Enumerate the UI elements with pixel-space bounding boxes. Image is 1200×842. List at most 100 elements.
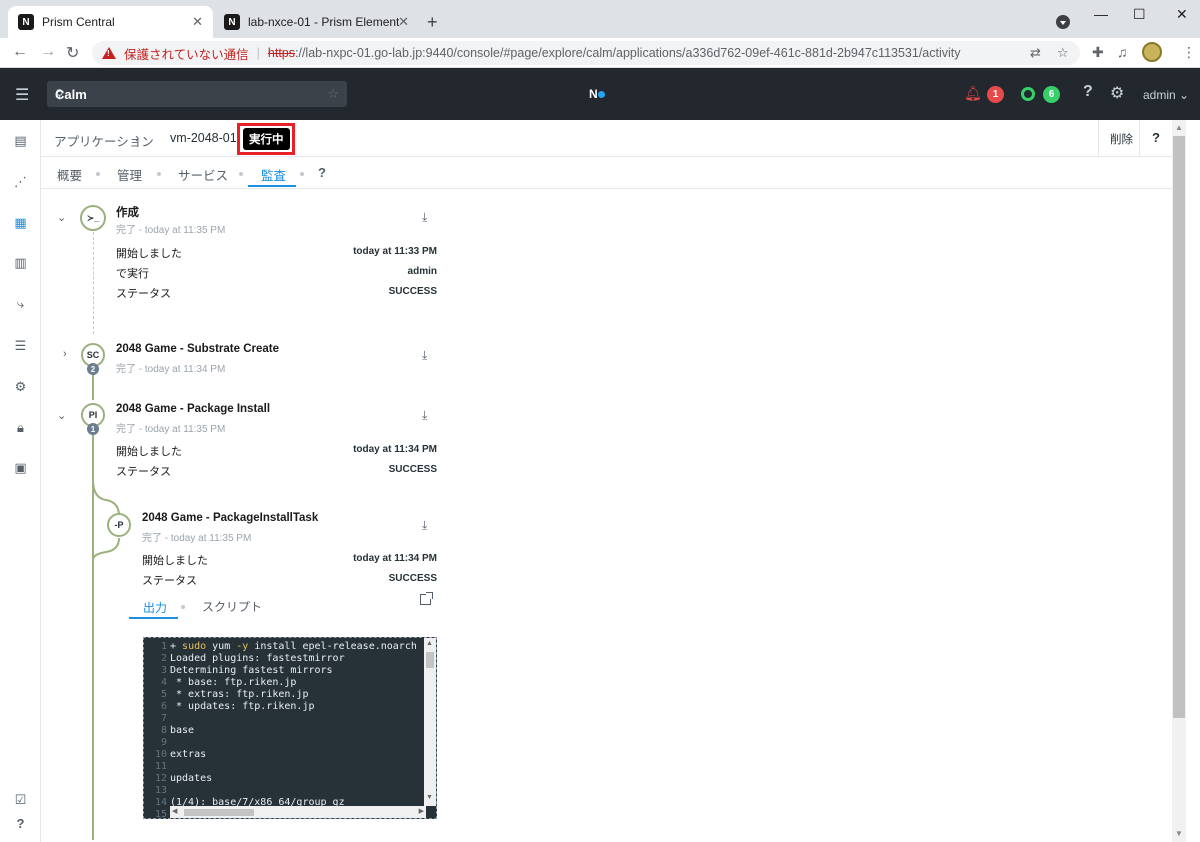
tab-output[interactable]: 出力	[143, 599, 167, 616]
warning-icon: !	[102, 47, 116, 59]
delete-button[interactable]: 削除	[1110, 131, 1133, 147]
line-number: 3	[160, 665, 167, 676]
scroll-down-arrow[interactable]: ▼	[1175, 829, 1183, 838]
close-tab-icon[interactable]: ✕	[398, 14, 409, 30]
minimize-icon[interactable]: —	[1094, 6, 1108, 22]
collapse-chevron-icon[interactable]: ⌄	[57, 211, 66, 224]
bookmark-star-icon[interactable]: ☆	[1057, 45, 1069, 61]
new-tab-icon[interactable]: +	[427, 12, 438, 33]
settings-gear-icon[interactable]: ⚙	[1110, 83, 1124, 103]
line-number: 6	[160, 701, 167, 712]
extensions-icon[interactable]: ✚	[1092, 44, 1104, 61]
download-icon[interactable]: ⤓	[422, 408, 427, 423]
task-count-badge[interactable]: 6	[1043, 86, 1060, 103]
line-number: 15	[154, 809, 167, 819]
detail-value: admin	[407, 266, 437, 277]
step-title: 2048 Game - Package Install	[116, 403, 271, 415]
maximize-icon[interactable]: ☐	[1133, 6, 1146, 23]
page-help-button[interactable]: ?	[1152, 130, 1160, 145]
alert-count-badge[interactable]: 1	[987, 86, 1004, 103]
browser-menu-icon[interactable]: ⋮	[1182, 44, 1196, 61]
line-text: base	[170, 725, 195, 736]
step-status: 完了 - today at 11:35 PM	[142, 533, 252, 544]
highlight-annotation	[237, 123, 295, 155]
tab-script[interactable]: スクリプト	[202, 598, 262, 615]
projects-icon[interactable]: ▣	[13, 460, 28, 475]
detail-value: today at 11:33 PM	[353, 246, 437, 257]
tab-help[interactable]: ?	[318, 165, 326, 180]
close-window-icon[interactable]: ✕	[1176, 6, 1188, 23]
browser-tab-prism-element[interactable]: N lab-nxce-01 - Prism Element ✕	[214, 6, 419, 38]
applications-icon[interactable]: ▦	[13, 215, 28, 230]
collapse-chevron-icon[interactable]: ⌄	[57, 409, 66, 422]
user-menu[interactable]: admin ⌄	[1143, 88, 1189, 102]
browser-tab-strip: N Prism Central ✕ N lab-nxce-01 - Prism …	[0, 0, 1200, 38]
page-scrollbar-thumb[interactable]	[1173, 136, 1185, 718]
line-text: updates	[170, 773, 213, 784]
script-output-console[interactable]: 1 + sudo yum -y install epel-release.noar…	[143, 637, 437, 819]
detail-label: 開始しました	[142, 555, 208, 567]
download-icon[interactable]: ⤓	[422, 518, 427, 533]
blueprints-icon[interactable]: ⋰	[13, 174, 28, 189]
checklist-icon[interactable]: ☑	[13, 792, 28, 807]
url-text: ://lab-nxpc-01.go-lab.jp:9440/console/#p…	[295, 46, 961, 60]
line-text: * base: ftp.riken.jp	[170, 677, 297, 688]
alert-bell-icon[interactable]: 🔔︎	[964, 85, 982, 102]
task-status-icon[interactable]	[1021, 87, 1035, 101]
insecure-warning: 保護されていない通信	[124, 47, 249, 62]
line-number: 14	[154, 797, 167, 808]
url-scheme: https	[267, 46, 295, 60]
media-control-icon[interactable]: ♫	[1117, 44, 1128, 60]
tab-services[interactable]: サービス	[178, 165, 228, 184]
line-text: extras	[170, 749, 207, 760]
address-bar[interactable]: ! 保護されていない通信 | https ://lab-nxpc-01.go-l…	[92, 41, 1080, 65]
translate-icon[interactable]: ⇄	[1030, 45, 1041, 61]
reload-icon[interactable]: ↻	[66, 43, 79, 63]
console-line: 7	[144, 713, 417, 725]
detail-label: ステータス	[116, 466, 171, 478]
global-search-input[interactable]: ⚲ Calm ☆	[47, 81, 347, 107]
substep-count-badge: 2	[87, 363, 99, 375]
download-icon[interactable]: ⤓	[422, 348, 427, 363]
marketplace-icon[interactable]: ▤	[13, 133, 28, 148]
tab-search-icon[interactable]	[1056, 15, 1070, 29]
prism-header: ☰ ⚲ Calm ☆ N 🔔︎ 1 6 ? ⚙ admin ⌄	[0, 68, 1200, 120]
step-status: 完了 - today at 11:35 PM	[116, 225, 226, 236]
tab-overview[interactable]: 概要	[57, 165, 82, 184]
policies-lock-icon[interactable]: 🔒︎	[13, 420, 28, 435]
tab-manage[interactable]: 管理	[117, 165, 142, 184]
substep-count-badge: 1	[87, 423, 99, 435]
open-external-icon[interactable]	[420, 592, 433, 605]
forward-icon[interactable]: →	[40, 43, 56, 61]
browser-tab-prism-central[interactable]: N Prism Central ✕	[8, 6, 213, 38]
expand-chevron-icon[interactable]: ›	[63, 348, 67, 360]
endpoints-icon[interactable]: ☰	[13, 338, 28, 353]
step-title: 2048 Game - Substrate Create	[116, 343, 279, 355]
settings-icon[interactable]: ⚙	[13, 379, 28, 394]
line-number: 4	[160, 677, 167, 688]
hamburger-menu-icon[interactable]: ☰	[15, 85, 29, 105]
library-icon[interactable]: ▥	[13, 255, 28, 270]
create-step-node: ≻_	[80, 205, 106, 231]
tab-title: lab-nxce-01 - Prism Element	[248, 15, 400, 29]
download-icon[interactable]: ⤓	[422, 210, 427, 225]
detail-label: 開始しました	[116, 248, 182, 260]
console-line: 6 * updates: ftp.riken.jp	[144, 701, 417, 713]
console-vertical-scrollbar[interactable]: ▲ ▼	[424, 638, 436, 806]
console-horizontal-scrollbar[interactable]: ◀ ▶	[170, 806, 426, 818]
tab-audit[interactable]: 監査	[261, 165, 286, 184]
rail-help-icon[interactable]: ?	[13, 816, 28, 831]
search-value: Calm	[55, 86, 87, 102]
active-tab-indicator	[129, 617, 178, 619]
chevron-right-icon: ›	[135, 130, 140, 145]
back-icon[interactable]: ←	[12, 43, 28, 61]
active-tab-indicator	[248, 185, 296, 187]
runbooks-icon[interactable]: ⤷	[13, 296, 28, 311]
profile-avatar[interactable]	[1142, 42, 1162, 62]
console-line: 9	[144, 737, 417, 749]
console-line: 4 * base: ftp.riken.jp	[144, 677, 417, 689]
favorite-star-icon[interactable]: ☆	[327, 86, 339, 102]
help-icon[interactable]: ?	[1083, 83, 1093, 101]
scroll-up-arrow[interactable]: ▲	[1175, 123, 1183, 132]
close-tab-icon[interactable]: ✕	[192, 14, 203, 30]
